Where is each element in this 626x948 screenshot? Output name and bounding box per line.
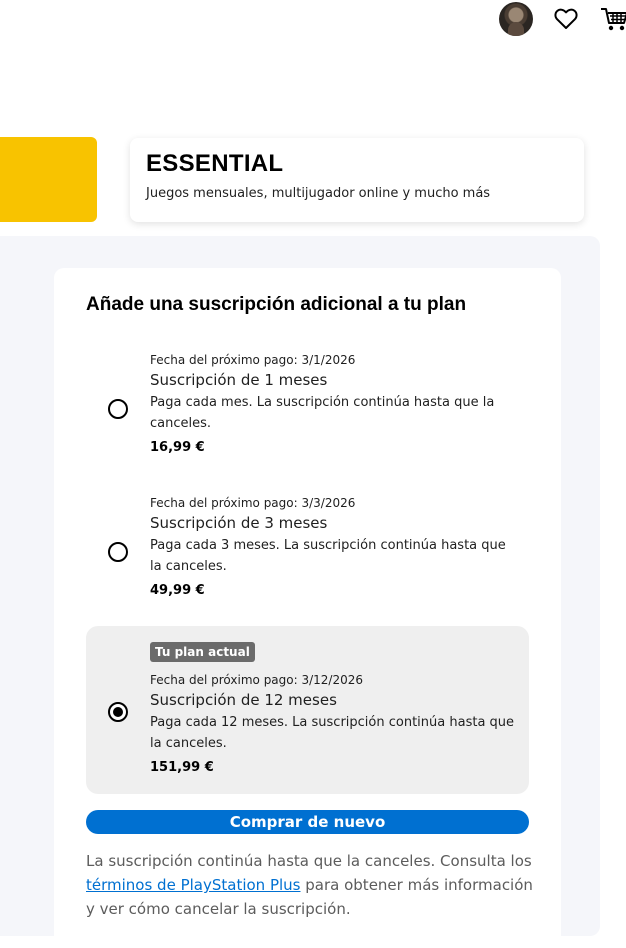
next-payment-date: Fecha del próximo pago: 3/3/2026 xyxy=(150,496,356,510)
option-name: Suscripción de 3 meses xyxy=(150,514,328,532)
cart-icon[interactable] xyxy=(600,4,626,34)
plan-color-card xyxy=(0,137,97,222)
buy-again-button[interactable]: Comprar de nuevo xyxy=(86,810,529,834)
subscription-option-3-months[interactable]: Fecha del próximo pago: 3/3/2026 Suscrip… xyxy=(86,483,529,613)
option-description: Paga cada mes. La suscripción continúa h… xyxy=(150,395,495,431)
user-avatar[interactable] xyxy=(499,2,533,36)
terms-text-before: La suscripción continúa hasta que la can… xyxy=(86,852,532,870)
next-payment-date: Fecha del próximo pago: 3/12/2026 xyxy=(150,673,364,687)
option-price: 16,99 € xyxy=(150,440,205,455)
option-description: Paga cada 3 meses. La suscripción contin… xyxy=(150,538,506,574)
option-description: Paga cada 12 meses. La suscripción conti… xyxy=(150,715,515,751)
plan-subtitle: Juegos mensuales, multijugador online y … xyxy=(146,186,491,201)
radio-button[interactable] xyxy=(108,399,128,419)
radio-button-selected[interactable] xyxy=(108,702,128,722)
radio-button[interactable] xyxy=(108,542,128,562)
section-title: Añade una suscripción adicional a tu pla… xyxy=(86,294,467,315)
plan-title: ESSENTIAL xyxy=(146,150,284,177)
current-plan-badge: Tu plan actual xyxy=(150,642,255,662)
subscription-option-12-months[interactable]: Tu plan actual Fecha del próximo pago: 3… xyxy=(86,626,529,794)
option-price: 49,99 € xyxy=(150,583,205,598)
subscription-option-1-month[interactable]: Fecha del próximo pago: 3/1/2026 Suscrip… xyxy=(86,340,529,470)
next-payment-date: Fecha del próximo pago: 3/1/2026 xyxy=(150,353,356,367)
option-name: Suscripción de 12 meses xyxy=(150,691,337,709)
plan-summary-card: ESSENTIAL Juegos mensuales, multijugador… xyxy=(130,138,584,222)
subscription-terms-text: La suscripción continúa hasta que la can… xyxy=(86,849,536,921)
heart-icon[interactable] xyxy=(551,4,581,34)
playstation-plus-terms-link[interactable]: términos de PlayStation Plus xyxy=(86,876,301,894)
option-name: Suscripción de 1 meses xyxy=(150,371,328,389)
option-price: 151,99 € xyxy=(150,760,214,775)
